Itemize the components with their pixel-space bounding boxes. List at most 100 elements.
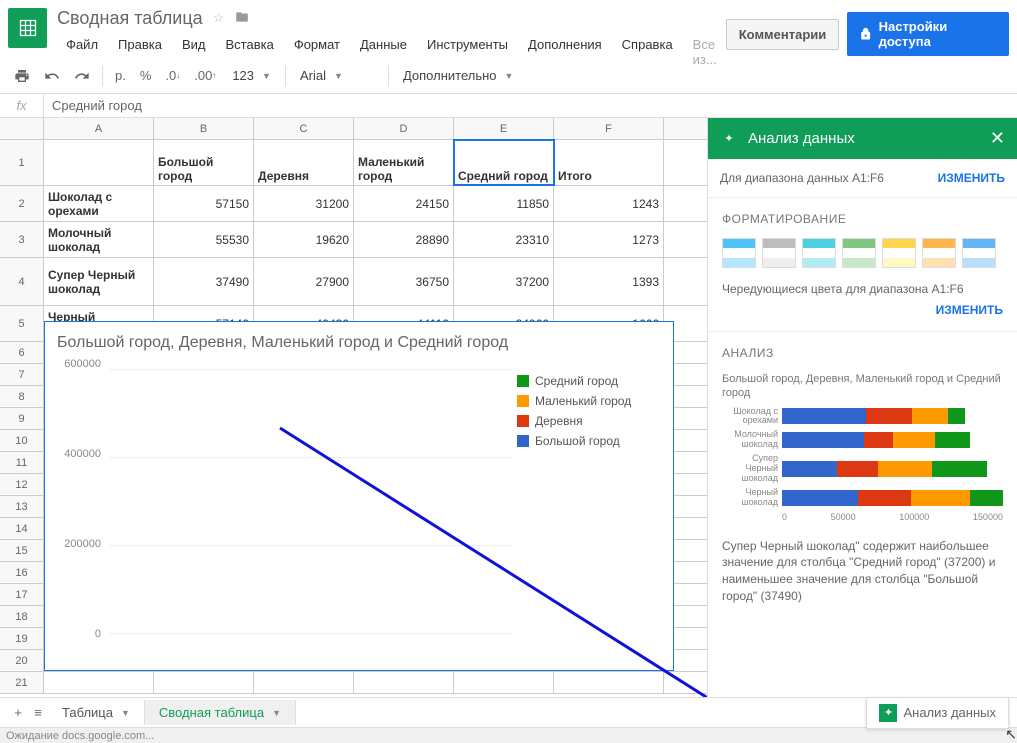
row-header-19[interactable]: 19: [0, 628, 43, 650]
cell[interactable]: 19620: [254, 222, 354, 257]
row-header-13[interactable]: 13: [0, 496, 43, 518]
row-header-9[interactable]: 9: [0, 408, 43, 430]
format-swatch-5[interactable]: [882, 238, 916, 268]
row-header-8[interactable]: 8: [0, 386, 43, 408]
cell[interactable]: 36750: [354, 258, 454, 305]
close-icon[interactable]: ✕: [990, 128, 1005, 149]
cursor-icon: ↖: [1005, 726, 1017, 743]
star-icon[interactable]: ☆: [213, 10, 225, 26]
row-header-17[interactable]: 17: [0, 584, 43, 606]
row-header-7[interactable]: 7: [0, 364, 43, 386]
cell[interactable]: Большой город: [154, 140, 254, 185]
cell[interactable]: 37200: [454, 258, 554, 305]
row-header-6[interactable]: 6: [0, 342, 43, 364]
format-swatch-3[interactable]: [802, 238, 836, 268]
chart-legend: Средний городМаленький городДеревняБольш…: [513, 364, 663, 654]
print-icon[interactable]: [8, 64, 36, 88]
doc-title[interactable]: Сводная таблица: [57, 8, 203, 29]
row-header-15[interactable]: 15: [0, 540, 43, 562]
cell[interactable]: [44, 672, 154, 693]
col-header-F[interactable]: F: [554, 118, 664, 139]
select-all-corner[interactable]: [0, 118, 44, 139]
col-header-D[interactable]: D: [354, 118, 454, 139]
row-header-12[interactable]: 12: [0, 474, 43, 496]
add-sheet-button[interactable]: +: [8, 701, 28, 724]
row-header-20[interactable]: 20: [0, 650, 43, 672]
cell[interactable]: [554, 672, 664, 693]
col-header-E[interactable]: E: [454, 118, 554, 139]
cell[interactable]: 1393: [554, 258, 664, 305]
cell[interactable]: 1273: [554, 222, 664, 257]
format-swatch-4[interactable]: [842, 238, 876, 268]
spreadsheet-grid[interactable]: ABCDEF 123456789101112131415161718192021…: [0, 118, 707, 697]
embedded-chart[interactable]: Большой город, Деревня, Маленький город …: [44, 321, 674, 671]
percent-button[interactable]: %: [134, 64, 158, 87]
increase-decimal-button[interactable]: .00↑: [188, 64, 222, 87]
font-select[interactable]: Arial▼: [292, 64, 382, 87]
mini-chart[interactable]: Шоколад с орехамиМолочный шоколадСупер Ч…: [722, 407, 1003, 508]
cell[interactable]: 11850: [454, 186, 554, 221]
format-swatch-1[interactable]: [722, 238, 756, 268]
cell[interactable]: [354, 672, 454, 693]
cell[interactable]: Молочный шоколад: [44, 222, 154, 257]
cell[interactable]: Супер Черный шоколад: [44, 258, 154, 305]
change-formatting-button[interactable]: ИЗМЕНИТЬ: [936, 303, 1003, 317]
col-header-C[interactable]: C: [254, 118, 354, 139]
explore-button[interactable]: ✦ Анализ данных: [866, 697, 1009, 729]
row-header-5[interactable]: 5: [0, 306, 43, 342]
cell[interactable]: [454, 672, 554, 693]
folder-icon[interactable]: [234, 10, 250, 27]
cell[interactable]: 27900: [254, 258, 354, 305]
cell[interactable]: [154, 672, 254, 693]
comments-button[interactable]: Комментарии: [726, 19, 840, 50]
cell[interactable]: 31200: [254, 186, 354, 221]
format-swatch-6[interactable]: [922, 238, 956, 268]
row-header-10[interactable]: 10: [0, 430, 43, 452]
all-sheets-button[interactable]: ≡: [28, 701, 48, 724]
cell[interactable]: [44, 140, 154, 185]
cell[interactable]: Деревня: [254, 140, 354, 185]
row-header-2[interactable]: 2: [0, 186, 43, 222]
sheet-tab-1[interactable]: Таблица▼: [48, 700, 145, 725]
cell[interactable]: 57150: [154, 186, 254, 221]
cell[interactable]: Маленький город: [354, 140, 454, 185]
cell[interactable]: Шоколад с орехами: [44, 186, 154, 221]
row-header-18[interactable]: 18: [0, 606, 43, 628]
status-bar: Ожидание docs.google.com...: [0, 727, 1017, 743]
sheet-tab-2[interactable]: Сводная таблица▼: [145, 700, 296, 725]
formula-input[interactable]: Средний город: [44, 98, 150, 113]
col-header-A[interactable]: A: [44, 118, 154, 139]
menu-Дополнения[interactable]: Дополнения: [519, 34, 611, 70]
share-button[interactable]: Настройки доступа: [847, 12, 1009, 56]
toolbar: р. % .0↓ .00↑ 123▼ Arial▼ Дополнительно▼: [0, 58, 1017, 94]
redo-icon[interactable]: [68, 64, 96, 88]
sheets-logo[interactable]: [8, 8, 47, 48]
currency-button[interactable]: р.: [109, 64, 132, 87]
format-swatch-7[interactable]: [962, 238, 996, 268]
row-header-11[interactable]: 11: [0, 452, 43, 474]
decrease-decimal-button[interactable]: .0↓: [159, 64, 186, 87]
row-header-1[interactable]: 1: [0, 140, 43, 186]
cell[interactable]: 55530: [154, 222, 254, 257]
cell[interactable]: 23310: [454, 222, 554, 257]
cell[interactable]: 24150: [354, 186, 454, 221]
col-header-B[interactable]: B: [154, 118, 254, 139]
row-header-3[interactable]: 3: [0, 222, 43, 258]
undo-icon[interactable]: [38, 64, 66, 88]
cell[interactable]: 28890: [354, 222, 454, 257]
change-range-button[interactable]: ИЗМЕНИТЬ: [938, 171, 1005, 185]
row-header-14[interactable]: 14: [0, 518, 43, 540]
more-toolbar-button[interactable]: Дополнительно▼: [395, 64, 522, 87]
row-header-21[interactable]: 21: [0, 672, 43, 694]
cell[interactable]: 37490: [154, 258, 254, 305]
cell[interactable]: Итого: [554, 140, 664, 185]
row-header-4[interactable]: 4: [0, 258, 43, 306]
number-format-select[interactable]: 123▼: [224, 64, 279, 87]
cell[interactable]: [254, 672, 354, 693]
cell[interactable]: Средний город: [454, 140, 554, 185]
menu-Справка[interactable]: Справка: [613, 34, 682, 70]
alt-colors-label: Чередующиеся цвета для диапазона A1:F6: [722, 282, 1003, 296]
cell[interactable]: 1243: [554, 186, 664, 221]
row-header-16[interactable]: 16: [0, 562, 43, 584]
format-swatch-2[interactable]: [762, 238, 796, 268]
